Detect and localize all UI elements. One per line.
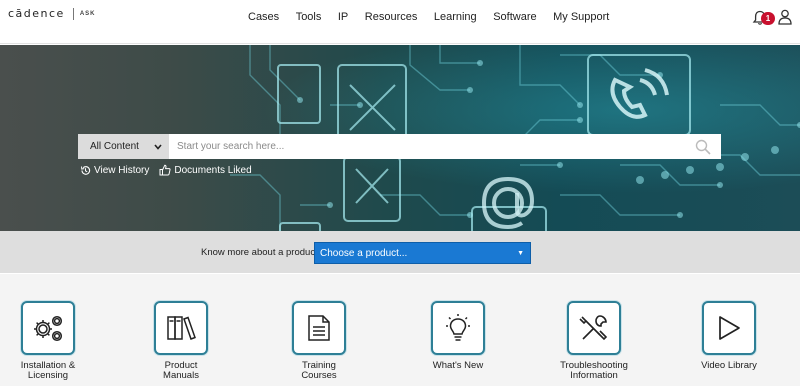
tile-installation-licensing-label[interactable]: Installation & Licensing xyxy=(0,361,103,381)
gears-icon xyxy=(34,315,63,342)
lightbulb-icon xyxy=(446,314,470,341)
tile-whats-new-label[interactable]: What's New xyxy=(403,361,513,371)
tile-label-line-2: Manuals xyxy=(163,370,199,381)
view-history-label: View History xyxy=(94,164,150,176)
search-shortcuts: View History Documents Liked xyxy=(80,164,262,176)
hero-banner: All Content View History Documents Liked xyxy=(0,45,800,231)
tile-training-courses[interactable] xyxy=(292,301,346,355)
product-dropdown-value: Choose a product... xyxy=(320,247,408,259)
tile-training-courses-label[interactable]: Training Courses xyxy=(264,361,374,381)
documents-liked-label: Documents Liked xyxy=(174,164,252,176)
nav-my-support[interactable]: My Support xyxy=(553,11,609,23)
content-scope-dropdown[interactable]: All Content xyxy=(78,134,169,159)
top-header: cādence ASK Cases Tools IP Resources Lea… xyxy=(0,0,800,44)
logo-wordmark: cādence xyxy=(8,7,65,20)
logo-divider xyxy=(72,7,74,20)
nav-resources[interactable]: Resources xyxy=(365,11,418,23)
user-icon[interactable] xyxy=(778,9,792,25)
search-icon[interactable] xyxy=(695,139,711,155)
tile-product-manuals-label[interactable]: Product Manuals xyxy=(126,361,236,381)
books-icon xyxy=(167,316,196,340)
documents-liked-link[interactable]: Documents Liked xyxy=(159,164,252,176)
nav-ip[interactable]: IP xyxy=(338,11,348,23)
tile-label-line-2: Information xyxy=(570,370,618,381)
tile-label-line-2: Licensing xyxy=(27,370,69,381)
notification-badge[interactable]: 1 xyxy=(761,12,775,25)
tile-troubleshooting-information-label[interactable]: Troubleshooting Information xyxy=(539,361,649,381)
cadence-logo[interactable]: cādence ASK xyxy=(8,7,96,20)
nav-software[interactable]: Software xyxy=(493,11,536,23)
nav-learning[interactable]: Learning xyxy=(434,11,477,23)
logo-subtitle: ASK xyxy=(79,10,96,17)
main-nav: Cases Tools IP Resources Learning Softwa… xyxy=(248,11,626,23)
chevron-down-icon xyxy=(154,143,162,150)
history-icon xyxy=(81,165,91,175)
caret-down-icon: ▼ xyxy=(517,249,524,257)
tools-icon xyxy=(579,315,608,341)
product-dropdown[interactable]: Choose a product... ▼ xyxy=(314,242,531,264)
view-history-link[interactable]: View History xyxy=(80,165,149,176)
tile-product-manuals[interactable] xyxy=(154,301,208,355)
tile-installation-licensing[interactable] xyxy=(21,301,75,355)
nav-tools[interactable]: Tools xyxy=(296,11,322,23)
search-bar: All Content xyxy=(78,134,721,159)
tile-video-library[interactable] xyxy=(702,301,756,355)
tile-video-library-label[interactable]: Video Library xyxy=(674,361,784,371)
search-input[interactable] xyxy=(169,134,721,159)
play-icon xyxy=(719,316,740,340)
product-selector-label: Know more about a product: xyxy=(201,247,321,258)
nav-cases[interactable]: Cases xyxy=(248,11,279,23)
tile-whats-new[interactable] xyxy=(431,301,485,355)
tile-troubleshooting-information[interactable] xyxy=(567,301,621,355)
thumbs-up-icon xyxy=(159,164,171,176)
document-icon xyxy=(308,315,330,341)
content-scope-value: All Content xyxy=(90,141,139,152)
tile-label-line-2: Courses xyxy=(301,370,337,381)
